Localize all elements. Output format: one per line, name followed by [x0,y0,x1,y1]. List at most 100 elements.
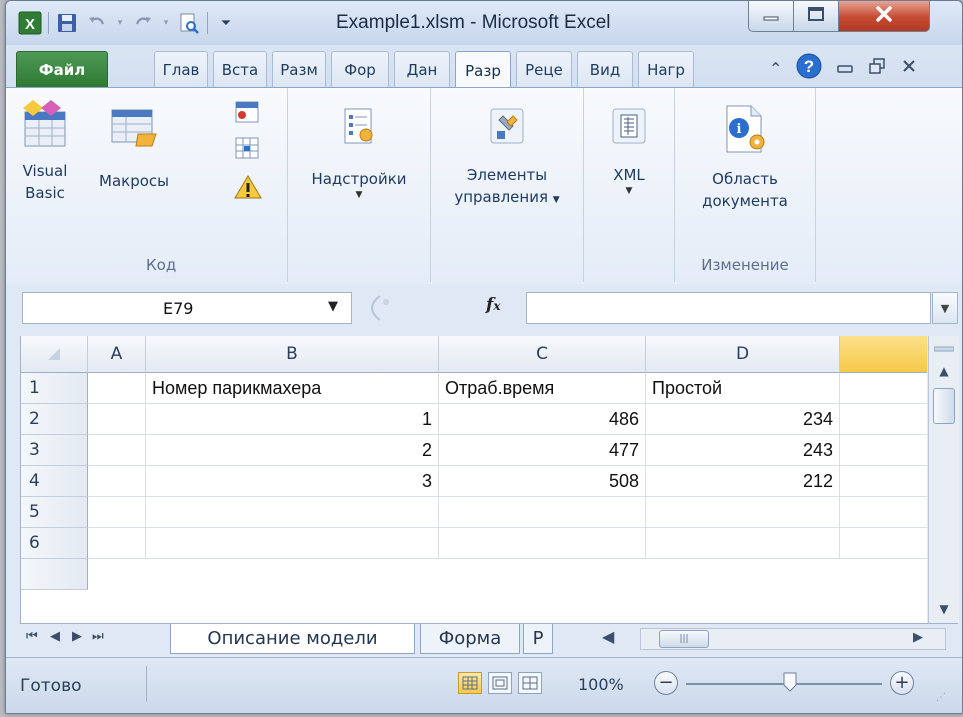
redo-dropdown-icon[interactable]: ▾ [161,11,171,35]
cell-c1[interactable]: Отраб.время [439,373,646,404]
page-layout-view-icon[interactable] [488,672,512,694]
cell-a3[interactable] [88,435,146,466]
tab-view[interactable]: Вид [577,51,633,87]
zoom-out-icon[interactable]: − [654,671,678,695]
column-header-c[interactable]: C [439,336,646,373]
spreadsheet-grid[interactable]: A B C D 1 2 3 4 5 6 Номер парикмахера От… [20,336,927,623]
last-sheet-icon[interactable]: ⏭ [92,629,104,644]
sheet-tab-partial[interactable]: Р [523,624,553,654]
cell-b6[interactable] [146,528,439,559]
row-header-2[interactable]: 2 [21,404,88,435]
cell-d4[interactable]: 212 [646,466,840,497]
cell-e6[interactable] [840,528,927,559]
controls-button[interactable]: Элементы управления ▼ [437,106,577,211]
row-header-3[interactable]: 3 [21,435,88,466]
print-preview-icon[interactable] [177,11,201,35]
tab-file[interactable]: Файл [16,51,108,87]
name-box[interactable]: E79 ▼ [22,292,352,324]
vertical-scrollbar[interactable]: ▲ ▼ [928,336,959,623]
cell-a5[interactable] [88,497,146,528]
scroll-up-icon[interactable]: ▲ [932,360,956,382]
cell-c5[interactable] [439,497,646,528]
cell-e1[interactable] [840,373,927,404]
hscroll-left-icon[interactable]: ◀ [602,627,614,646]
tab-data[interactable]: Дан [394,51,450,87]
workbook-minimize-icon[interactable] [836,59,854,78]
cell-d5[interactable] [646,497,840,528]
row-header-1[interactable]: 1 [21,373,88,404]
row-header-6[interactable]: 6 [21,528,88,559]
addins-button[interactable]: Надстройки ▼ [294,106,424,200]
column-header-d[interactable]: D [646,336,840,373]
tab-insert[interactable]: Вста [213,51,267,87]
undo-icon[interactable] [85,11,109,35]
sheet-tab-description[interactable]: Описание модели [170,624,415,654]
minimize-ribbon-icon[interactable]: ⌃ [769,59,782,78]
cell-b1[interactable]: Номер парикмахера [146,373,439,404]
formula-input[interactable] [526,292,931,324]
insert-function-icon[interactable]: fx [486,295,500,315]
tab-formulas[interactable]: Фор [331,51,389,87]
scroll-down-icon[interactable]: ▼ [932,598,956,620]
cell-e5[interactable] [840,497,927,528]
vertical-scroll-thumb[interactable] [933,388,955,424]
tab-review[interactable]: Реце [516,51,572,87]
column-header-b[interactable]: B [146,336,439,373]
record-macro-icon[interactable] [234,100,260,128]
visual-basic-button[interactable]: Visual Basic [14,98,76,204]
sheet-tab-form[interactable]: Форма [420,624,520,654]
close-button[interactable] [838,1,930,32]
expand-formula-bar-icon[interactable]: ▼ [932,292,958,324]
column-header-a[interactable]: A [88,336,146,373]
xml-button[interactable]: XML ▼ [590,106,668,196]
cell-a1[interactable] [88,373,146,404]
tab-home[interactable]: Глав [154,51,208,87]
zoom-level[interactable]: 100% [578,675,624,694]
workbook-restore-icon[interactable] [868,57,886,79]
column-header-e[interactable] [840,336,927,373]
tab-page-layout[interactable]: Разм [272,51,326,87]
cell-e4[interactable] [840,466,927,497]
excel-app-icon[interactable]: X [18,11,42,35]
name-box-dropdown-icon[interactable]: ▼ [328,299,338,314]
tab-developer[interactable]: Разр [455,51,511,89]
macro-security-icon[interactable] [234,174,262,204]
cell-a4[interactable] [88,466,146,497]
normal-view-icon[interactable] [458,672,482,694]
horizontal-scroll-thumb[interactable]: ||| [659,630,709,648]
cell-a6[interactable] [88,528,146,559]
relative-references-icon[interactable] [234,136,260,164]
minimize-button[interactable] [748,1,794,32]
cell-d6[interactable] [646,528,840,559]
customize-qat-icon[interactable]: ⏷ [214,11,238,35]
document-panel-button[interactable]: i Область документа [681,102,809,212]
prev-sheet-icon[interactable]: ◀ [50,629,60,644]
macros-button[interactable]: Макросы [82,100,186,192]
hscroll-right-icon[interactable]: ▶ [913,630,923,645]
horizontal-scrollbar[interactable]: ||| ▶ [640,628,946,650]
row-header-4[interactable]: 4 [21,466,88,497]
undo-dropdown-icon[interactable]: ▾ [115,11,125,35]
workbook-close-icon[interactable] [900,57,918,79]
redo-icon[interactable] [131,11,155,35]
split-box-icon[interactable] [932,338,956,360]
select-all-corner[interactable] [21,336,88,373]
save-icon[interactable] [55,11,79,35]
zoom-slider-thumb[interactable] [783,672,797,692]
first-sheet-icon[interactable]: ⏮ [26,629,38,644]
cell-c6[interactable] [439,528,646,559]
zoom-in-icon[interactable]: + [890,671,914,695]
cell-b2[interactable]: 1 [146,404,439,435]
cell-c4[interactable]: 508 [439,466,646,497]
tab-load-test[interactable]: Нагр [638,51,694,87]
help-icon[interactable]: ? [796,53,822,83]
cell-d3[interactable]: 243 [646,435,840,466]
cell-e2[interactable] [840,404,927,435]
row-header-7[interactable] [21,559,88,590]
cell-b5[interactable] [146,497,439,528]
next-sheet-icon[interactable]: ▶ [72,629,82,644]
cell-c2[interactable]: 486 [439,404,646,435]
cell-b3[interactable]: 2 [146,435,439,466]
resize-grip-icon[interactable]: ⋰ [936,692,946,703]
maximize-button[interactable] [793,1,839,32]
